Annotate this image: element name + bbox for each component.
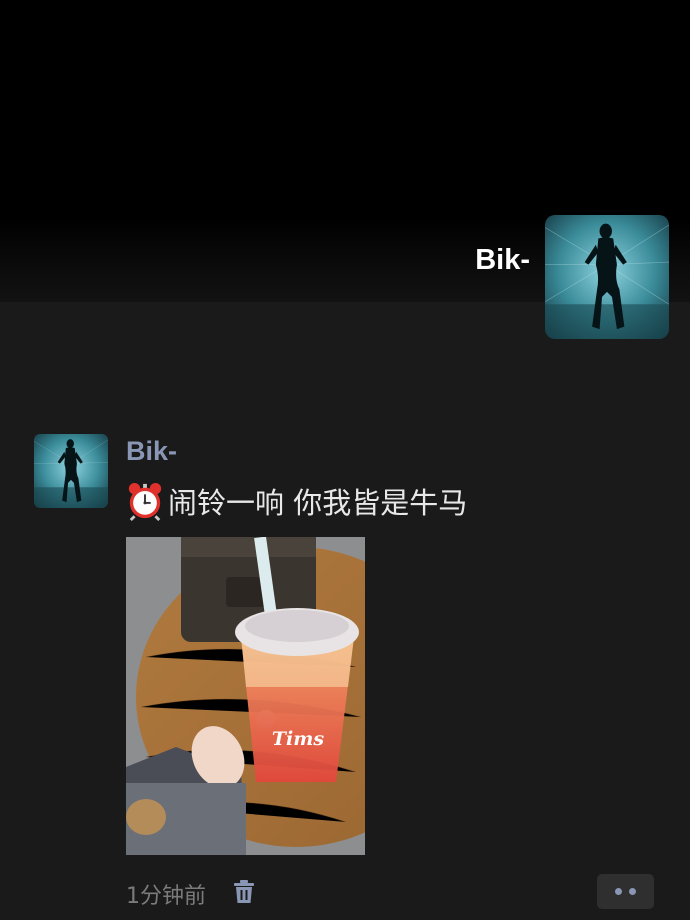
post-author-avatar[interactable] (34, 434, 108, 508)
post-text: 闹铃一响 你我皆是牛马 (126, 480, 467, 522)
avatar-image (545, 215, 669, 339)
photo-brand-text: Tims (272, 728, 324, 750)
drink-photo: Tims (126, 537, 365, 855)
more-dots-icon (615, 888, 622, 895)
profile-username[interactable]: Bik- (475, 244, 530, 277)
post-photo[interactable]: Tims (126, 537, 365, 855)
avatar-image (34, 434, 108, 508)
alarm-clock-icon (128, 482, 162, 521)
profile-header: Bik- (0, 0, 690, 339)
more-options-button[interactable] (597, 874, 654, 909)
post-timestamp: 1分钟前 (126, 884, 206, 909)
post-author-name[interactable]: Bik- (126, 436, 177, 467)
more-dots-icon (629, 888, 636, 895)
post-text-content: 闹铃一响 你我皆是牛马 (168, 486, 468, 520)
profile-avatar[interactable] (545, 215, 669, 339)
trash-icon[interactable] (232, 879, 256, 905)
